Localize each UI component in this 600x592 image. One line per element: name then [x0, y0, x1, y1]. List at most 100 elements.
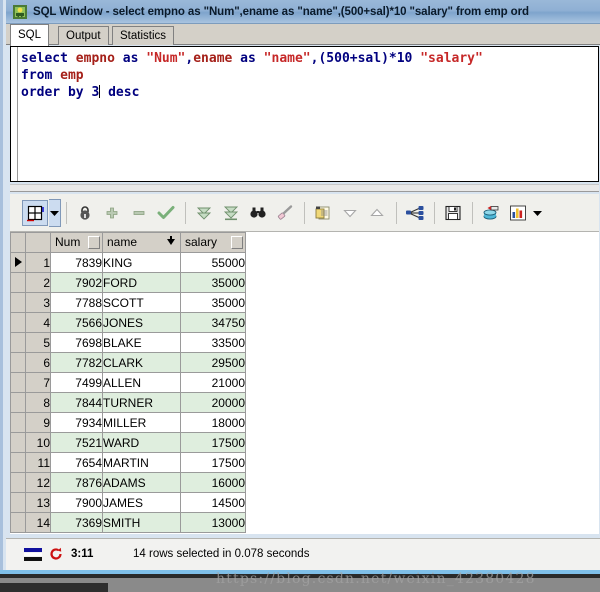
cell-num[interactable]: 7839: [50, 252, 103, 273]
column-header-num[interactable]: Num: [50, 232, 103, 253]
table-row[interactable]: 13 7900 JAMES 14500: [10, 492, 246, 513]
row-marker-cell[interactable]: [10, 372, 26, 393]
cell-name[interactable]: ADAMS: [102, 472, 181, 493]
clear-filter-icon[interactable]: [272, 200, 298, 226]
cell-salary[interactable]: 16000: [180, 472, 246, 493]
copy-to-clipboard-icon[interactable]: [310, 200, 336, 226]
sort-ascending-icon[interactable]: [364, 200, 390, 226]
cell-name[interactable]: SCOTT: [102, 292, 181, 313]
post-changes-icon[interactable]: [153, 200, 179, 226]
table-row[interactable]: 1 7839 KING 55000: [10, 252, 246, 273]
cell-name[interactable]: FORD: [102, 272, 181, 293]
sql-editor[interactable]: select empno as "Num",ename as "name",(5…: [10, 46, 599, 182]
cell-salary[interactable]: 35000: [180, 272, 246, 293]
column-header-name[interactable]: name: [102, 232, 181, 253]
row-marker-cell[interactable]: [10, 292, 26, 313]
export-save-icon[interactable]: [440, 200, 466, 226]
table-row[interactable]: 11 7654 MARTIN 17500: [10, 452, 246, 473]
cell-num[interactable]: 7844: [50, 392, 103, 413]
cell-salary[interactable]: 13000: [180, 512, 246, 533]
title-bar[interactable]: SQL Window - select empno as "Num",ename…: [6, 0, 600, 24]
table-row[interactable]: 2 7902 FORD 35000: [10, 272, 246, 293]
cell-name[interactable]: TURNER: [102, 392, 181, 413]
cell-num[interactable]: 7876: [50, 472, 103, 493]
cell-salary[interactable]: 20000: [180, 392, 246, 413]
find-icon[interactable]: [245, 200, 271, 226]
row-marker-cell[interactable]: [10, 432, 26, 453]
chart-dropdown-icon[interactable]: [532, 200, 543, 226]
cell-name[interactable]: KING: [102, 252, 181, 273]
result-grid[interactable]: Num name salary 1 7839 KING 55000 2 7902 FORD 3…: [10, 232, 599, 534]
fetch-next-page-icon[interactable]: [191, 200, 217, 226]
sort-descending-icon[interactable]: [337, 200, 363, 226]
table-row[interactable]: 6 7782 CLARK 29500: [10, 352, 246, 373]
cell-name[interactable]: WARD: [102, 432, 181, 453]
remove-record-icon[interactable]: [126, 200, 152, 226]
cell-salary[interactable]: 29500: [180, 352, 246, 373]
cell-num[interactable]: 7902: [50, 272, 103, 293]
cell-name[interactable]: BLAKE: [102, 332, 181, 353]
editor-grid-splitter[interactable]: [10, 184, 599, 192]
table-row[interactable]: 7 7499 ALLEN 21000: [10, 372, 246, 393]
sql-editor-text[interactable]: select empno as "Num",ename as "name",(5…: [21, 50, 483, 101]
cell-name[interactable]: SMITH: [102, 512, 181, 533]
row-marker-cell[interactable]: [10, 512, 26, 533]
lock-record-icon[interactable]: [72, 200, 98, 226]
column-resize-grip[interactable]: [88, 236, 100, 249]
row-marker-cell[interactable]: [10, 472, 26, 493]
cell-num[interactable]: 7654: [50, 452, 103, 473]
add-record-icon[interactable]: [99, 200, 125, 226]
cell-salary[interactable]: 17500: [180, 452, 246, 473]
cell-name[interactable]: MILLER: [102, 412, 181, 433]
chart-icon[interactable]: [505, 200, 531, 226]
cell-salary[interactable]: 55000: [180, 252, 246, 273]
cell-num[interactable]: 7521: [50, 432, 103, 453]
table-row[interactable]: 4 7566 JONES 34750: [10, 312, 246, 333]
tab-sql[interactable]: SQL: [10, 24, 50, 46]
fetch-last-page-icon[interactable]: [218, 200, 244, 226]
table-row[interactable]: 9 7934 MILLER 18000: [10, 412, 246, 433]
cell-num[interactable]: 7566: [50, 312, 103, 333]
table-row[interactable]: 8 7844 TURNER 20000: [10, 392, 246, 413]
row-marker-cell[interactable]: [10, 352, 26, 373]
row-marker-cell[interactable]: [10, 492, 26, 513]
grid-layout-dropdown-icon[interactable]: [49, 198, 61, 227]
cell-name[interactable]: JAMES: [102, 492, 181, 513]
tab-statistics[interactable]: Statistics: [112, 26, 175, 45]
table-row[interactable]: 5 7698 BLAKE 33500: [10, 332, 246, 353]
row-marker-cell[interactable]: [10, 252, 26, 273]
cell-salary[interactable]: 21000: [180, 372, 246, 393]
grid-layout-icon[interactable]: [22, 199, 48, 226]
row-marker-cell[interactable]: [10, 332, 26, 353]
cell-name[interactable]: MARTIN: [102, 452, 181, 473]
cell-num[interactable]: 7788: [50, 292, 103, 313]
table-row[interactable]: 14 7369 SMITH 13000: [10, 512, 246, 533]
cell-num[interactable]: 7900: [50, 492, 103, 513]
row-marker-cell[interactable]: [10, 392, 26, 413]
cell-salary[interactable]: 35000: [180, 292, 246, 313]
cell-salary[interactable]: 33500: [180, 332, 246, 353]
query-plan-icon[interactable]: [402, 200, 428, 226]
cell-num[interactable]: 7369: [50, 512, 103, 533]
cell-name[interactable]: JONES: [102, 312, 181, 333]
cell-salary[interactable]: 18000: [180, 412, 246, 433]
row-marker-cell[interactable]: [10, 312, 26, 333]
database-icon[interactable]: [478, 200, 504, 226]
row-marker-cell[interactable]: [10, 452, 26, 473]
column-resize-grip[interactable]: [231, 236, 243, 249]
cell-salary[interactable]: 34750: [180, 312, 246, 333]
table-row[interactable]: 3 7788 SCOTT 35000: [10, 292, 246, 313]
tab-output[interactable]: Output: [58, 26, 109, 45]
table-row[interactable]: 10 7521 WARD 17500: [10, 432, 246, 453]
cell-num[interactable]: 7934: [50, 412, 103, 433]
row-marker-cell[interactable]: [10, 412, 26, 433]
table-row[interactable]: 12 7876 ADAMS 16000: [10, 472, 246, 493]
cell-num[interactable]: 7698: [50, 332, 103, 353]
row-marker-cell[interactable]: [10, 272, 26, 293]
column-header-salary[interactable]: salary: [180, 232, 246, 253]
cell-salary[interactable]: 14500: [180, 492, 246, 513]
cell-num[interactable]: 7782: [50, 352, 103, 373]
cell-name[interactable]: ALLEN: [102, 372, 181, 393]
refresh-icon[interactable]: [49, 547, 63, 561]
cell-num[interactable]: 7499: [50, 372, 103, 393]
